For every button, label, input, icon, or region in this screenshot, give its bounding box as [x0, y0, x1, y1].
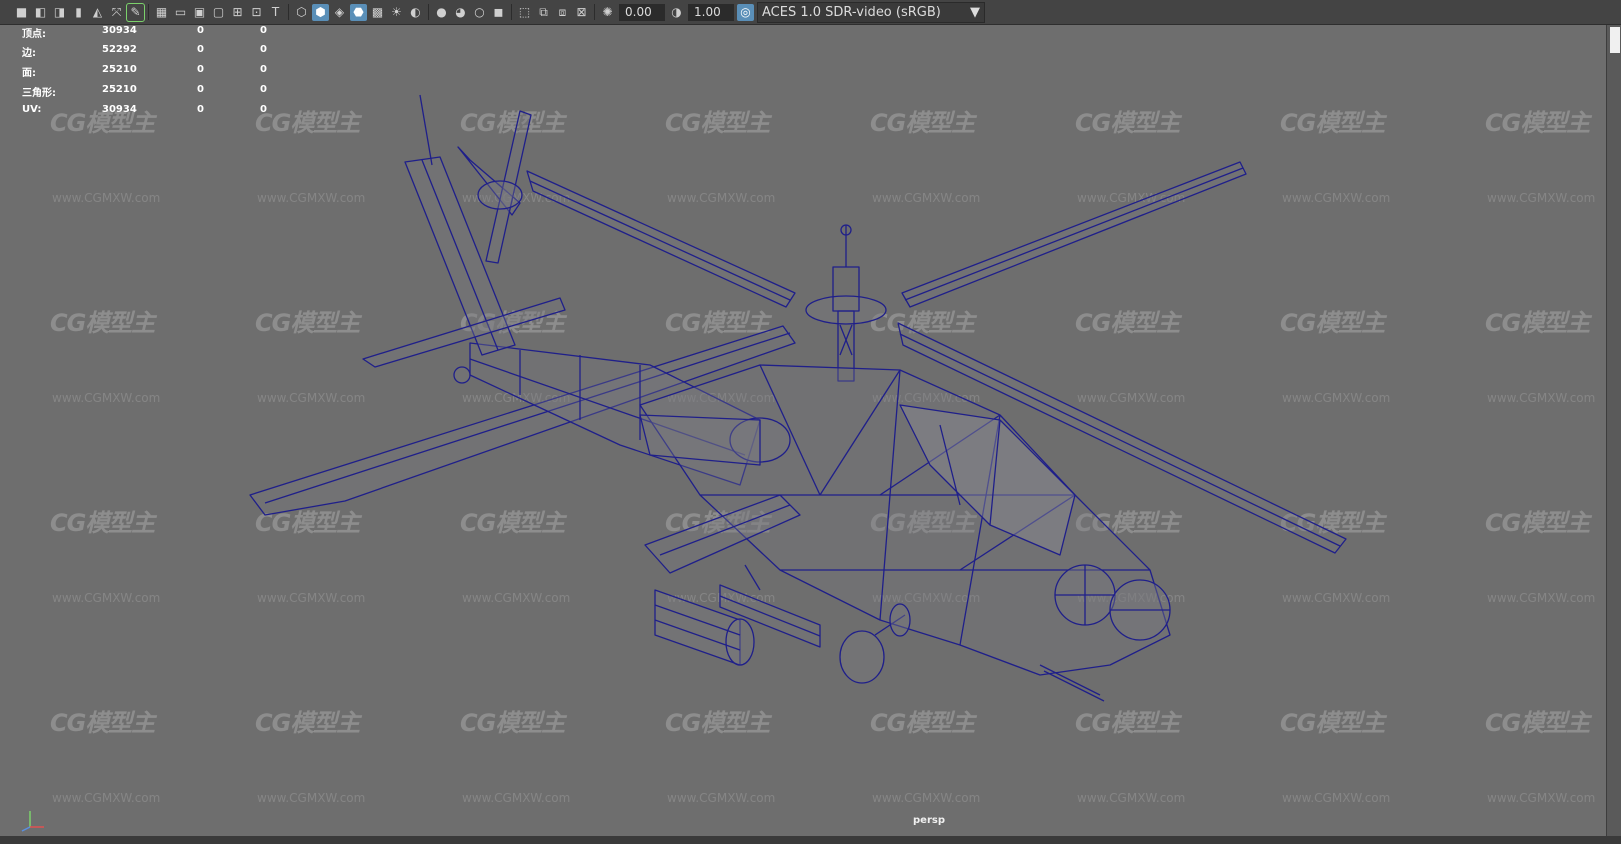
toolbar-divider: [511, 4, 512, 20]
xray-active-icon[interactable]: ⊠: [573, 4, 590, 21]
hud-label: 边:: [22, 48, 36, 59]
xray-icon[interactable]: ⬚: [516, 4, 533, 21]
toolbar-divider: [148, 4, 149, 20]
hud-value: 0: [260, 84, 267, 95]
helicopter-wireframe[interactable]: [0, 25, 1606, 836]
hud-value: 25210: [102, 64, 137, 75]
flat-shade-icon[interactable]: ◈: [331, 4, 348, 21]
rotor-blade-right-back: [901, 161, 1247, 308]
hud-value: 30934: [102, 104, 137, 115]
hud-label: 面:: [22, 68, 36, 79]
hud-value: 0: [260, 25, 267, 36]
hud-value: 0: [197, 25, 204, 36]
motion-blur-icon[interactable]: ◕: [452, 4, 469, 21]
gate-mask-icon[interactable]: ▢: [210, 4, 227, 21]
hud-value: 0: [197, 104, 204, 115]
hud-value: 0: [260, 64, 267, 75]
exposure-icon[interactable]: ✺: [599, 4, 616, 21]
camera-lock-icon[interactable]: ◧: [32, 4, 49, 21]
gamma-icon[interactable]: ◑: [668, 4, 685, 21]
ambient-occlusion-icon[interactable]: ●: [433, 4, 450, 21]
color-space-select[interactable]: ACES 1.0 SDR-video (sRGB) ▼: [757, 1, 985, 23]
hud-value: 30934: [102, 25, 137, 36]
smooth-shade-icon[interactable]: ⬢: [312, 3, 329, 21]
toolbar-divider: [594, 4, 595, 20]
hud-value: 0: [197, 84, 204, 95]
hud-value: 0: [260, 44, 267, 55]
hud-value: 0: [197, 44, 204, 55]
field-chart-icon[interactable]: ⊞: [229, 4, 246, 21]
toolbar-divider: [288, 4, 289, 20]
perspective-viewport[interactable]: CG模型主 www.CGMXW.com CG模型主 www.CGMXW.com CG模型…: [0, 25, 1607, 836]
hud-label: UV:: [22, 104, 42, 115]
landing-wheel-right: [889, 603, 911, 637]
camera-name-label: persp: [913, 815, 945, 826]
resolution-gate-icon[interactable]: ▣: [191, 4, 208, 21]
bookmark-icon[interactable]: ▮: [70, 4, 87, 21]
2d-pan-icon[interactable]: ⤧: [108, 4, 125, 21]
hud-value: 52292: [102, 44, 137, 55]
scrollbar-thumb[interactable]: [1610, 27, 1620, 53]
xray-joints-icon[interactable]: ⧉: [535, 4, 552, 21]
toolbar-divider: [428, 4, 429, 20]
viewport-toolbar: ■ ◧ ◨ ▮ ◭ ⤧ ✎ ▦ ▭ ▣ ▢ ⊞ ⊡ T ⬡ ⬢ ◈ ⬣ ▩ ☀ …: [0, 0, 1621, 25]
grid-icon[interactable]: ▦: [153, 4, 170, 21]
hud-value: 0: [260, 104, 267, 115]
shadows-icon[interactable]: ◐: [407, 4, 424, 21]
color-space-value: ACES 1.0 SDR-video (sRGB): [762, 4, 941, 20]
textured-icon[interactable]: ▩: [369, 4, 386, 21]
hud-value: 0: [197, 64, 204, 75]
film-gate-icon[interactable]: ▭: [172, 4, 189, 21]
camera-attr-icon[interactable]: ◨: [51, 4, 68, 21]
axis-gizmo: [21, 811, 44, 832]
grease-pencil-icon[interactable]: ✎: [126, 2, 145, 22]
chevron-down-icon: ▼: [970, 4, 980, 20]
rotor-blade-back-left: [526, 170, 796, 308]
hud-value: 25210: [102, 84, 137, 95]
rotor-hub: [805, 224, 887, 382]
lighting-icon[interactable]: ☀: [388, 4, 405, 21]
anti-alias-icon[interactable]: ○: [471, 4, 488, 21]
color-management-icon[interactable]: ◎: [737, 3, 754, 21]
wireframe-on-shaded-icon[interactable]: ⬣: [350, 3, 367, 21]
hud-label: 三角形:: [22, 88, 56, 99]
safe-title-icon[interactable]: T: [267, 4, 284, 21]
hud-label: 顶点:: [22, 29, 46, 40]
gamma-field[interactable]: 1.00: [688, 3, 734, 21]
isolate-select-icon[interactable]: ◼: [490, 4, 507, 21]
wireframe-icon[interactable]: ⬡: [293, 4, 310, 21]
viewport-scrollbar[interactable]: [1607, 25, 1621, 836]
image-plane-icon[interactable]: ◭: [89, 4, 106, 21]
exposure-field[interactable]: 0.00: [619, 3, 665, 21]
xray-components-icon[interactable]: ⧈: [554, 4, 571, 21]
safe-action-icon[interactable]: ⊡: [248, 4, 265, 21]
camera-icon[interactable]: ■: [13, 4, 30, 21]
viewport-bottom-border: [0, 836, 1621, 844]
